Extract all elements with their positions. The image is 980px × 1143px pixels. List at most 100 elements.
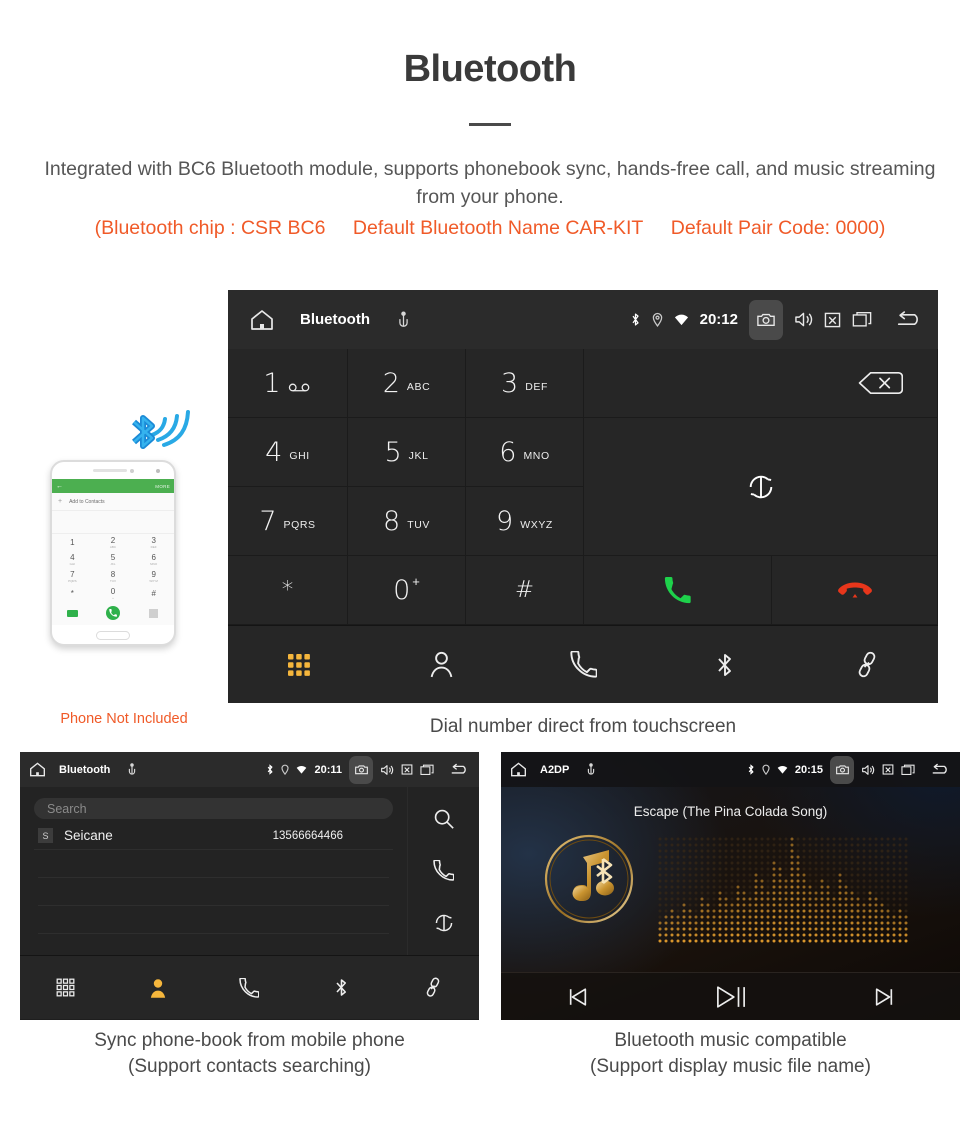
recents-icon[interactable] bbox=[901, 764, 915, 776]
dial-key-2[interactable]: 2 ABC bbox=[348, 349, 466, 418]
skip-previous-icon[interactable] bbox=[567, 986, 589, 1008]
call-answer-icon[interactable] bbox=[105, 606, 120, 620]
phonebook-bottom-nav[interactable] bbox=[20, 955, 479, 1019]
phone-key[interactable]: 0 + bbox=[93, 585, 134, 602]
number-display-backspace-cell[interactable] bbox=[584, 349, 938, 418]
mute-box-icon[interactable] bbox=[882, 764, 894, 775]
home-icon[interactable] bbox=[510, 762, 527, 777]
sidebar-item-link[interactable] bbox=[423, 977, 443, 998]
phone-key[interactable]: 6 MNO bbox=[133, 551, 174, 568]
dial-key-plus: + bbox=[412, 574, 420, 589]
recents-icon[interactable] bbox=[420, 764, 434, 776]
music-transport-controls[interactable] bbox=[501, 972, 960, 1020]
phone-add-contact-row[interactable]: + Add to Contacts bbox=[52, 493, 174, 511]
video-call-icon[interactable] bbox=[66, 609, 78, 617]
dial-key-6[interactable]: 6 MNO bbox=[466, 418, 584, 487]
dial-key-3[interactable]: 3 DEF bbox=[466, 349, 584, 418]
phone-handset-icon[interactable] bbox=[433, 860, 454, 882]
volume-icon[interactable] bbox=[380, 764, 394, 776]
sidebar-item-dialpad[interactable] bbox=[56, 978, 75, 997]
phone-key-letters: MNO bbox=[150, 561, 158, 566]
phone-key-letters: PQRS bbox=[68, 578, 77, 583]
phone-key[interactable]: # bbox=[133, 585, 174, 602]
table-row[interactable]: S Seicane 13566664466 bbox=[34, 822, 393, 850]
mute-box-icon[interactable] bbox=[824, 312, 841, 328]
call-end-button[interactable] bbox=[772, 556, 938, 625]
sidebar-item-bluetooth[interactable] bbox=[715, 651, 735, 679]
phone-home-button[interactable] bbox=[96, 631, 130, 640]
dial-key-star[interactable]: * bbox=[228, 556, 348, 625]
phone-key[interactable]: 1 bbox=[52, 534, 93, 551]
sidebar-item-contacts[interactable] bbox=[429, 651, 454, 678]
mute-box-icon[interactable] bbox=[401, 764, 413, 775]
dial-key-7[interactable]: 7 PQRS bbox=[228, 487, 348, 556]
camera-icon[interactable] bbox=[830, 755, 854, 784]
bluetooth-icon bbox=[630, 312, 641, 327]
table-row-empty bbox=[38, 906, 389, 934]
sidebar-item-call-log[interactable] bbox=[569, 651, 597, 678]
dial-key-letters: PQRS bbox=[283, 518, 316, 531]
sidebar-item-contacts[interactable] bbox=[149, 978, 167, 998]
plus-icon: + bbox=[58, 498, 63, 505]
dial-key-num: 2 bbox=[382, 367, 400, 399]
phonebook-status-icons: 20:11 bbox=[259, 755, 470, 784]
phone-key[interactable]: * bbox=[52, 585, 93, 602]
skip-next-icon[interactable] bbox=[873, 986, 895, 1008]
dial-key-1[interactable]: 1 bbox=[228, 349, 348, 418]
sync-cell[interactable] bbox=[584, 418, 938, 556]
phone-key[interactable]: 3 DEF bbox=[133, 534, 174, 551]
back-icon[interactable] bbox=[930, 763, 951, 777]
phonebook-caption-line2: (Support contacts searching) bbox=[128, 1056, 371, 1078]
phonebook-body: Search S Seicane 13566664466 bbox=[20, 787, 479, 955]
backspace-icon[interactable] bbox=[857, 370, 903, 396]
dial-key-5[interactable]: 5 JKL bbox=[348, 418, 466, 487]
phone-key[interactable]: 8 TUV bbox=[93, 568, 134, 585]
keypad-icon[interactable] bbox=[149, 608, 159, 618]
sidebar-item-bluetooth[interactable] bbox=[334, 977, 349, 998]
back-icon[interactable] bbox=[449, 763, 470, 777]
phonebook-caption: Sync phone-book from mobile phone (Suppo… bbox=[20, 1028, 479, 1080]
sync-icon[interactable] bbox=[433, 912, 455, 934]
phone-keypad[interactable]: 1 2 ABC 3 DEF 4 GHI 5 JKL 6 MNO 7 PQRS 8 TUV 9W… bbox=[52, 534, 174, 602]
phone-key-num: 7 bbox=[70, 569, 75, 579]
camera-icon[interactable] bbox=[749, 299, 783, 340]
phone-number-field[interactable] bbox=[52, 511, 174, 534]
search-input[interactable]: Search bbox=[34, 798, 393, 819]
volume-icon[interactable] bbox=[794, 311, 813, 328]
play-pause-icon[interactable] bbox=[716, 984, 746, 1010]
back-icon[interactable] bbox=[894, 310, 924, 330]
search-icon[interactable] bbox=[433, 808, 455, 830]
dial-key-4[interactable]: 4 GHI bbox=[228, 418, 348, 487]
dial-key-8[interactable]: 8 TUV bbox=[348, 487, 466, 556]
dialpad-grid[interactable]: 1 2 ABC 3 DEF 4 GHI 5 JKL 6 MNO 7 PQRS 8… bbox=[228, 349, 938, 625]
back-arrow-icon[interactable]: ← bbox=[56, 483, 63, 490]
sidebar-item-link[interactable] bbox=[854, 651, 880, 679]
dial-key-hash[interactable]: # bbox=[466, 556, 584, 625]
phone-key[interactable]: 5 JKL bbox=[93, 551, 134, 568]
phone-key[interactable]: 7 PQRS bbox=[52, 568, 93, 585]
phone-more-label[interactable]: MORE bbox=[155, 484, 170, 489]
call-answer-button[interactable] bbox=[584, 556, 772, 625]
wifi-icon bbox=[674, 313, 689, 326]
phone-speaker-grille bbox=[92, 469, 127, 472]
volume-icon[interactable] bbox=[861, 764, 875, 776]
home-icon[interactable] bbox=[29, 762, 46, 777]
dial-key-0[interactable]: 0 + bbox=[348, 556, 466, 625]
sidebar-item-call-log[interactable] bbox=[239, 977, 260, 998]
camera-icon[interactable] bbox=[349, 755, 373, 784]
dial-key-9[interactable]: 9 WXYZ bbox=[466, 487, 584, 556]
dial-key-num: 6 bbox=[499, 436, 517, 468]
phonebook-title: Bluetooth bbox=[59, 763, 111, 776]
phone-key[interactable]: 9 WXYZ bbox=[133, 568, 174, 585]
phone-key[interactable]: 2 ABC bbox=[93, 534, 134, 551]
dial-key-num: 1 bbox=[263, 367, 281, 399]
dial-key-num: 8 bbox=[383, 505, 401, 537]
sync-icon[interactable] bbox=[746, 472, 776, 502]
dialer-bottom-nav[interactable] bbox=[228, 625, 938, 703]
phone-key[interactable]: 4 GHI bbox=[52, 551, 93, 568]
dial-key-letters: DEF bbox=[525, 380, 548, 393]
sidebar-item-dialpad[interactable] bbox=[287, 653, 311, 677]
home-icon[interactable] bbox=[242, 309, 282, 331]
intro-paragraph: Integrated with BC6 Bluetooth module, su… bbox=[44, 158, 936, 208]
recents-icon[interactable] bbox=[852, 311, 872, 328]
